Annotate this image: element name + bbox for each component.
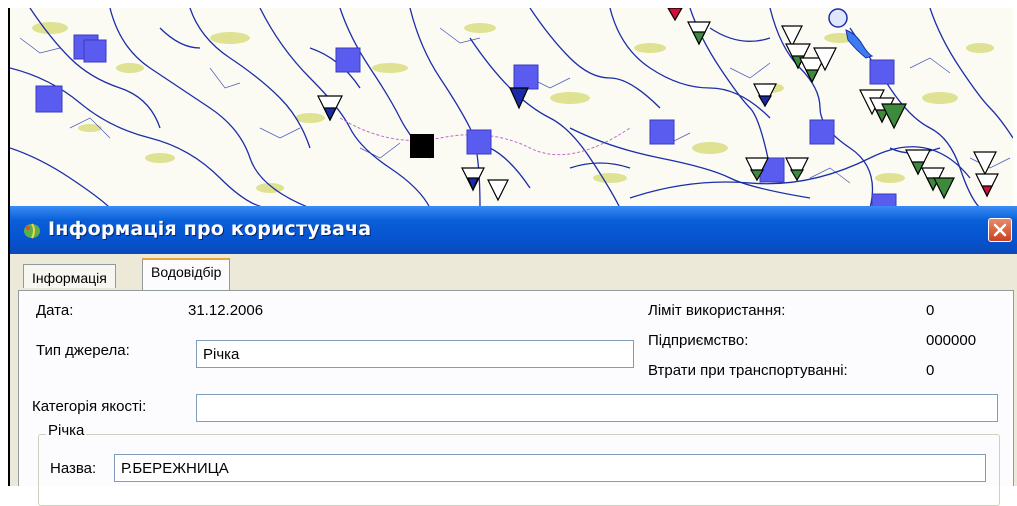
square-marker[interactable] [649,119,675,145]
user-info-dialog: Інформація про користувача Інформація Во… [8,206,1017,506]
date-label: Дата: [36,302,74,319]
transport-losses-label: Втрати при транспортуванні: [648,362,848,379]
quality-category-field[interactable] [196,394,998,422]
triangle-marker[interactable] [487,179,509,202]
river-name-label: Назва: [50,460,97,477]
reservoir-shape [845,29,874,59]
square-marker[interactable] [83,39,107,63]
close-icon [993,223,1007,237]
square-marker[interactable] [869,59,895,85]
river-group-title: Річка [46,422,87,439]
date-value: 31.12.2006 [188,302,264,319]
tab-water-intake-label: Водовідбір [151,264,222,280]
square-marker[interactable] [466,129,492,155]
tab-water-intake[interactable]: Водовідбір [142,258,231,290]
triangle-markers [317,8,999,202]
map-canvas[interactable] [10,8,1013,208]
triangle-marker[interactable] [973,151,997,176]
title-bar[interactable]: Інформація про користувача [10,206,1017,254]
close-button[interactable] [988,218,1012,242]
enterprise-value: 000000 [926,332,977,349]
window-title: Інформація про користувача [48,218,372,240]
tab-information[interactable]: Інформація [23,264,116,288]
square-marker[interactable] [809,119,835,145]
usage-limit-label: Ліміт використання: [648,302,786,319]
hydro-station-icon[interactable] [828,8,848,28]
usage-limit-value: 0 [926,302,935,319]
triangle-marker[interactable] [933,177,955,200]
river-name-field[interactable]: Р.БЕРЕЖНИЦА [114,454,986,482]
square-marker[interactable] [35,85,63,113]
tab-information-label: Інформація [32,270,107,286]
square-marker[interactable] [335,47,361,73]
source-type-label: Тип джерела: [36,342,130,359]
source-type-field[interactable]: Річка [196,340,634,368]
app-leaf-icon [24,223,40,239]
enterprise-label: Підприємство: [648,332,749,349]
map-view[interactable] [8,8,1013,208]
square-marker[interactable] [513,64,539,90]
quality-category-label: Категорія якості: [32,398,147,415]
triangle-marker[interactable] [509,87,529,110]
transport-losses-value: 0 [926,362,935,379]
selected-square-marker[interactable] [410,134,434,158]
triangle-marker[interactable] [781,25,803,48]
